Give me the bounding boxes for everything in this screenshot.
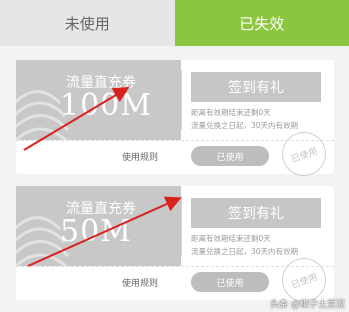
watermark: 头条 @椒子土豆泥 — [270, 300, 345, 310]
validity-note: 流量兑换之日起，30天内有效期 — [191, 121, 299, 130]
used-button[interactable]: 已使用 — [191, 272, 269, 292]
coupon-face: 流量直充券 100M — [16, 60, 181, 140]
divider — [181, 196, 182, 256]
tab-bar: 未使用 已失效 — [0, 0, 349, 46]
tab-expired[interactable]: 已失效 — [174, 0, 349, 46]
tab-unused[interactable]: 未使用 — [0, 0, 175, 46]
expiry-note: 距离有效期结束还剩0天 — [191, 234, 271, 243]
coupon-card: 流量直充券 100M 签到有礼 距离有效期结束还剩0天 流量兑换之日起，30天内… — [16, 60, 334, 183]
coupon-amount: 100M — [60, 88, 152, 123]
coupon-amount: 50M — [60, 214, 132, 249]
usage-rules-link[interactable]: 使用规则 — [122, 276, 158, 289]
sign-in-gift-button[interactable]: 签到有礼 — [191, 198, 321, 228]
expiry-note: 距离有效期结束还剩0天 — [191, 108, 271, 117]
coupon-card: 流量直充券 50M 签到有礼 距离有效期结束还剩0天 流量兑换之日起，30天内有… — [16, 186, 334, 309]
used-stamp: 已使用 — [275, 125, 333, 183]
coupon-face: 流量直充券 50M — [16, 186, 181, 266]
divider — [181, 70, 182, 130]
usage-rules-link[interactable]: 使用规则 — [122, 150, 158, 163]
sign-in-gift-button[interactable]: 签到有礼 — [191, 72, 321, 102]
validity-note: 流量兑换之日起，30天内有效期 — [191, 247, 299, 256]
used-button[interactable]: 已使用 — [191, 146, 269, 166]
